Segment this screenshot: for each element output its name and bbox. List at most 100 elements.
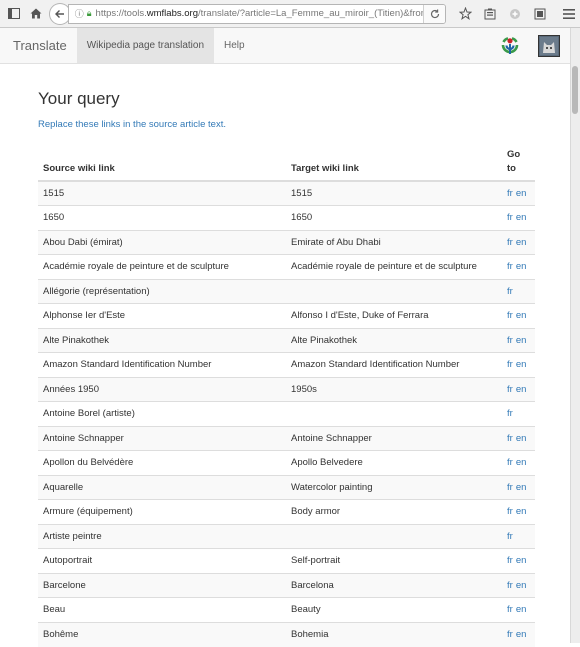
go-to-fr-link[interactable]: fr (507, 433, 513, 444)
go-to-fr-link[interactable]: fr (507, 482, 513, 493)
go-to-cell: fr en (502, 352, 535, 377)
go-to-en-link[interactable]: en (516, 237, 527, 248)
wikimedia-logo-icon[interactable] (500, 36, 520, 56)
go-to-cell: fr en (502, 254, 535, 279)
go-to-fr-link[interactable]: fr (507, 310, 513, 321)
source-link-cell: Armure (équipement) (38, 499, 286, 524)
table-row: Académie royale de peinture et de sculpt… (38, 254, 535, 279)
go-to-fr-link[interactable]: fr (507, 506, 513, 517)
go-to-en-link[interactable]: en (516, 188, 527, 199)
go-to-cell: fr en (502, 425, 535, 451)
target-link-cell: Académie royale de peinture et de sculpt… (286, 254, 502, 279)
target-link-cell (286, 278, 502, 304)
source-link-cell: Abou Dabi (émirat) (38, 229, 286, 255)
table-row: Apollon du Belvédère Apollo Belvedere fr en (38, 450, 535, 475)
table-row: Artiste peintre fr (38, 523, 535, 549)
go-to-fr-link[interactable]: fr (507, 629, 513, 640)
user-avatar[interactable] (538, 34, 560, 57)
col-target-wiki-link: Target wiki link (286, 144, 502, 182)
reload-icon[interactable] (423, 4, 446, 23)
go-to-en-link[interactable]: en (516, 482, 527, 493)
source-link-cell: Beau (38, 597, 286, 622)
table-row: Abou Dabi (émirat) Emirate of Abu Dhabi fr… (38, 229, 535, 255)
go-to-fr-link[interactable]: fr (507, 212, 513, 223)
source-link-cell: Allégorie (représentation) (38, 278, 286, 304)
target-link-cell: Beauty (286, 597, 502, 622)
source-link-cell: Barcelone (38, 572, 286, 598)
source-link-cell: Années 1950 (38, 376, 286, 402)
col-go-to: Go to (502, 144, 535, 182)
source-link-cell: Alte Pinakothek (38, 327, 286, 353)
target-link-cell: 1950s (286, 376, 502, 402)
source-link-cell: Artiste peintre (38, 523, 286, 549)
go-to-en-link[interactable]: en (516, 212, 527, 223)
go-to-en-link[interactable]: en (516, 506, 527, 517)
source-link-cell: 1515 (38, 180, 286, 206)
go-to-fr-link[interactable]: fr (507, 580, 513, 591)
bookmark-star-icon[interactable] (454, 3, 476, 25)
vertical-scrollbar[interactable] (570, 28, 580, 643)
go-to-fr-link[interactable]: fr (507, 188, 513, 199)
go-to-fr-link[interactable]: fr (507, 384, 513, 395)
go-to-en-link[interactable]: en (516, 433, 527, 444)
go-to-fr-link[interactable]: fr (507, 335, 513, 346)
go-to-fr-link[interactable]: fr (507, 286, 513, 297)
go-to-en-link[interactable]: en (516, 384, 527, 395)
go-to-fr-link[interactable]: fr (507, 359, 513, 370)
links-table: Source wiki link Target wiki link Go to … (38, 144, 535, 647)
target-link-cell: Apollo Belvedere (286, 450, 502, 475)
table-header-row: Source wiki link Target wiki link Go to (38, 144, 535, 182)
table-row: Amazon Standard Identification Number Ama… (38, 352, 535, 377)
nav-wikipedia-page-translation[interactable]: Wikipedia page translation (76, 28, 215, 63)
table-row: Allégorie (représentation) fr (38, 278, 535, 304)
info-icon[interactable]: ⓘ (75, 7, 84, 20)
hamburger-menu-icon[interactable] (558, 3, 580, 25)
addon-icon[interactable] (504, 3, 526, 25)
url-domain: wmflabs.org (146, 8, 198, 19)
reading-list-icon[interactable] (479, 3, 501, 25)
go-to-fr-link[interactable]: fr (507, 604, 513, 615)
go-to-fr-link[interactable]: fr (507, 457, 513, 468)
go-to-fr-link[interactable]: fr (507, 408, 513, 419)
go-to-cell: fr (502, 401, 535, 426)
go-to-en-link[interactable]: en (516, 629, 527, 640)
go-to-fr-link[interactable]: fr (507, 555, 513, 566)
go-to-en-link[interactable]: en (516, 359, 527, 370)
target-link-cell: 1515 (286, 180, 502, 206)
go-to-en-link[interactable]: en (516, 261, 527, 272)
go-to-fr-link[interactable]: fr (507, 261, 513, 272)
go-to-fr-link[interactable]: fr (507, 531, 513, 542)
target-link-cell (286, 401, 502, 426)
scrollbar-thumb[interactable] (572, 66, 578, 114)
go-to-en-link[interactable]: en (516, 457, 527, 468)
go-to-en-link[interactable]: en (516, 555, 527, 566)
target-link-cell: 1650 (286, 205, 502, 230)
table-row: Beau Beauty fr en (38, 597, 535, 622)
go-to-en-link[interactable]: en (516, 580, 527, 591)
go-to-cell: fr en (502, 229, 535, 255)
target-link-cell: Self-portrait (286, 548, 502, 573)
table-row: Aquarelle Watercolor painting fr en (38, 474, 535, 500)
go-to-cell: fr en (502, 376, 535, 402)
page-title: Your query (38, 89, 120, 108)
go-to-en-link[interactable]: en (516, 335, 527, 346)
go-to-cell: fr en (502, 499, 535, 524)
app-navbar: Translate Wikipedia page translation Hel… (0, 28, 570, 64)
table-row: Antoine Borel (artiste) fr (38, 401, 535, 426)
sidebar-icon[interactable] (3, 3, 25, 25)
table-row: Barcelone Barcelona fr en (38, 572, 535, 598)
home-icon[interactable] (25, 3, 47, 25)
screenshot-icon[interactable] (529, 3, 551, 25)
go-to-en-link[interactable]: en (516, 604, 527, 615)
table-row: Antoine Schnapper Antoine Schnapper fr en (38, 425, 535, 451)
brand-link[interactable]: Translate (0, 28, 77, 63)
url-prefix: https://tools. (95, 8, 147, 19)
target-link-cell: Alfonso I d'Este, Duke of Ferrara (286, 303, 502, 328)
go-to-en-link[interactable]: en (516, 310, 527, 321)
nav-help[interactable]: Help (214, 28, 255, 63)
target-link-cell: Watercolor painting (286, 474, 502, 500)
go-to-cell: fr en (502, 303, 535, 328)
url-bar[interactable]: ⓘ 🔒︎ https://tools. wmflabs.org/translate… (67, 3, 447, 24)
go-to-fr-link[interactable]: fr (507, 237, 513, 248)
go-to-cell: fr en (502, 327, 535, 353)
